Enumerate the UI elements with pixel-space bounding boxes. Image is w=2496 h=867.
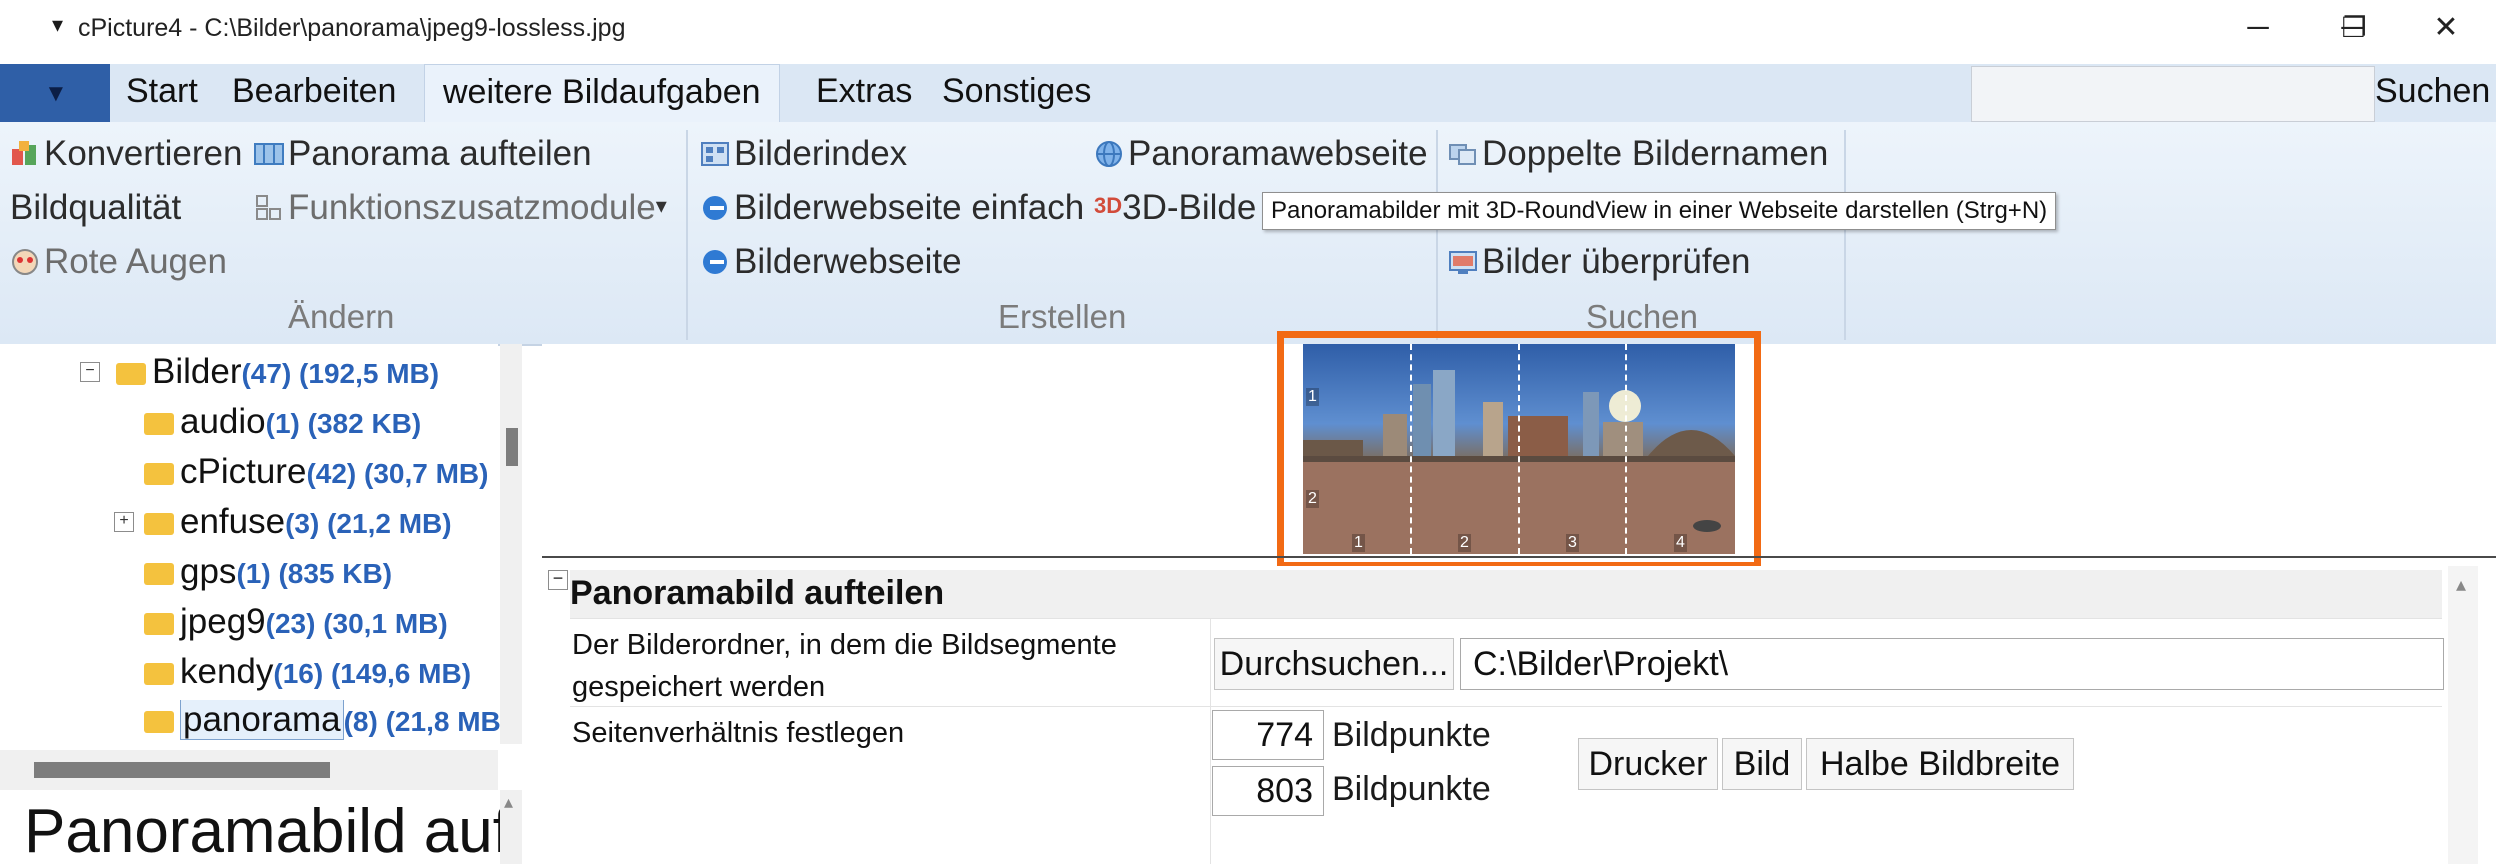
image-button[interactable]: Bild bbox=[1722, 738, 1802, 790]
tree-vertical-scrollbar[interactable] bbox=[500, 344, 522, 744]
folder-icon bbox=[144, 463, 174, 485]
bilder-ueberpruefen-button[interactable]: Bilder überprüfen bbox=[1448, 242, 1751, 282]
folder-path-input[interactable]: C:\Bilder\Projekt\ bbox=[1460, 638, 2444, 690]
search-input[interactable] bbox=[1971, 66, 2375, 122]
globe-icon bbox=[1096, 141, 1122, 167]
height-unit-label: Bildpunkte bbox=[1332, 770, 1491, 808]
tree-item-enfuse[interactable]: enfuse(3) (21,2 MB) bbox=[144, 502, 452, 542]
aspect-label: Seitenverhältnis festlegen bbox=[572, 717, 905, 749]
funktionszusatzmodule-button[interactable]: Funktionszusatzmodule▾ bbox=[254, 188, 667, 228]
application-menu-button[interactable]: ▼ bbox=[0, 64, 110, 122]
bilderwebseite-button[interactable]: Bilderwebseite bbox=[700, 242, 962, 282]
panel-collapse-toggle[interactable]: − bbox=[548, 569, 568, 590]
window-menu-icon[interactable]: ▾ bbox=[52, 12, 63, 38]
tree-item-gps[interactable]: gps(1) (835 KB) bbox=[144, 552, 392, 592]
folder-icon bbox=[116, 363, 146, 385]
printer-button[interactable]: Drucker bbox=[1578, 738, 1718, 790]
task-pane-scrollbar[interactable]: ▴ bbox=[500, 790, 522, 864]
chevron-down-icon: ▼ bbox=[44, 80, 68, 107]
image-index-icon bbox=[701, 142, 729, 166]
column-divider bbox=[1210, 618, 1211, 864]
tree-item-bilder[interactable]: Bilder(47) (192,5 MB) bbox=[116, 352, 439, 392]
tree-item-jpeg9[interactable]: jpeg9(23) (30,1 MB) bbox=[144, 602, 448, 642]
group-label-andern: Ändern bbox=[288, 298, 395, 335]
bildqualitaet-button[interactable]: Bildqualität bbox=[10, 188, 181, 228]
tab-sonstiges[interactable]: Sonstiges bbox=[942, 72, 1091, 111]
tree-horizontal-scroll-thumb[interactable] bbox=[34, 762, 330, 778]
tree-vertical-scroll-thumb[interactable] bbox=[506, 428, 518, 466]
panorama-aufteilen-button[interactable]: Panorama aufteilen bbox=[254, 134, 592, 174]
edge-browser-icon bbox=[703, 250, 727, 274]
tree-item-audio[interactable]: audio(1) (382 KB) bbox=[144, 402, 421, 442]
panel-title: Panoramabild aufteilen bbox=[570, 574, 945, 612]
browse-button[interactable]: Durchsuchen... bbox=[1214, 638, 1454, 690]
folder-icon bbox=[144, 663, 174, 685]
tree-item-panorama[interactable]: panorama (8) (21,8 MB) bbox=[144, 700, 500, 740]
3d-icon: 3D bbox=[1094, 193, 1123, 218]
doppelte-bildernamen-button[interactable]: Doppelte Bildernamen bbox=[1448, 134, 1828, 174]
folder-icon bbox=[144, 563, 174, 585]
height-input[interactable]: 803 bbox=[1212, 766, 1324, 816]
folder-icon bbox=[144, 413, 174, 435]
tree-item-cpicture[interactable]: cPicture(42) (30,7 MB) bbox=[144, 452, 488, 492]
folder-label: Der Bilderordner, in dem die Bildsegment… bbox=[572, 629, 1117, 703]
tab-extras[interactable]: Extras bbox=[816, 72, 912, 111]
window-title: cPicture4 - C:\Bilder\panorama\jpeg9-los… bbox=[78, 14, 626, 42]
group-separator bbox=[1844, 130, 1846, 340]
folder-icon bbox=[144, 711, 174, 733]
check-images-icon bbox=[1449, 251, 1477, 274]
maximize-button[interactable]: ❐ bbox=[2306, 0, 2402, 56]
tooltip: Panoramabilder mit 3D-RoundView in einer… bbox=[1262, 192, 2057, 230]
collapse-toggle[interactable]: − bbox=[80, 362, 100, 382]
scroll-up-icon[interactable]: ▴ bbox=[504, 792, 513, 813]
width-input[interactable]: 774 bbox=[1212, 710, 1324, 760]
tab-start[interactable]: Start bbox=[126, 72, 198, 111]
convert-icon bbox=[12, 141, 36, 165]
tree-item-kendy[interactable]: kendy(16) (149,6 MB) bbox=[144, 652, 471, 692]
title-bar: ▾ cPicture4 - C:\Bilder\panorama\jpeg9-l… bbox=[0, 0, 2496, 64]
group-separator bbox=[1436, 130, 1438, 340]
dropdown-arrow-icon: ▾ bbox=[655, 193, 667, 218]
scroll-up-icon[interactable]: ▴ bbox=[2456, 572, 2466, 597]
panel-vertical-scrollbar[interactable]: ▴ bbox=[2448, 566, 2478, 864]
duplicate-images-icon bbox=[1449, 144, 1476, 165]
preview-divider bbox=[542, 556, 2496, 558]
expand-toggle[interactable]: + bbox=[114, 512, 134, 532]
tab-bearbeiten[interactable]: Bearbeiten bbox=[232, 72, 396, 111]
tab-weitere-bildaufgaben[interactable]: weitere Bildaufgaben bbox=[424, 64, 780, 122]
close-button[interactable]: ✕ bbox=[2398, 0, 2494, 56]
row-divider bbox=[570, 618, 2442, 619]
rote-augen-button[interactable]: Rote Augen bbox=[10, 242, 227, 282]
group-label-erstellen: Erstellen bbox=[998, 298, 1127, 335]
panoramawebseite-button[interactable]: Panoramawebseite bbox=[1094, 134, 1428, 174]
edge-browser-icon bbox=[703, 196, 727, 220]
minimize-button-visible[interactable]: ─ bbox=[2210, 0, 2306, 56]
folder-icon bbox=[144, 513, 174, 535]
red-eye-icon bbox=[12, 249, 38, 275]
task-heading: Panoramabild aufteilen bbox=[24, 797, 502, 866]
row-divider bbox=[570, 706, 2442, 707]
bilderindex-button[interactable]: Bilderindex bbox=[700, 134, 907, 174]
folder-icon bbox=[144, 613, 174, 635]
modules-icon bbox=[256, 195, 281, 220]
konvertieren-button[interactable]: Konvertieren bbox=[10, 134, 242, 174]
group-separator bbox=[686, 130, 688, 340]
split-panorama-icon bbox=[254, 143, 284, 165]
bilderwebseite-einfach-button[interactable]: Bilderwebseite einfach bbox=[700, 188, 1084, 228]
selection-highlight bbox=[1277, 331, 1761, 569]
width-unit-label: Bildpunkte bbox=[1332, 716, 1491, 754]
half-width-button[interactable]: Halbe Bildbreite bbox=[1806, 738, 2074, 790]
search-button[interactable]: Suchen bbox=[2375, 72, 2490, 111]
3d-bilder-button[interactable]: 3D3D-Bilde bbox=[1094, 188, 1256, 228]
